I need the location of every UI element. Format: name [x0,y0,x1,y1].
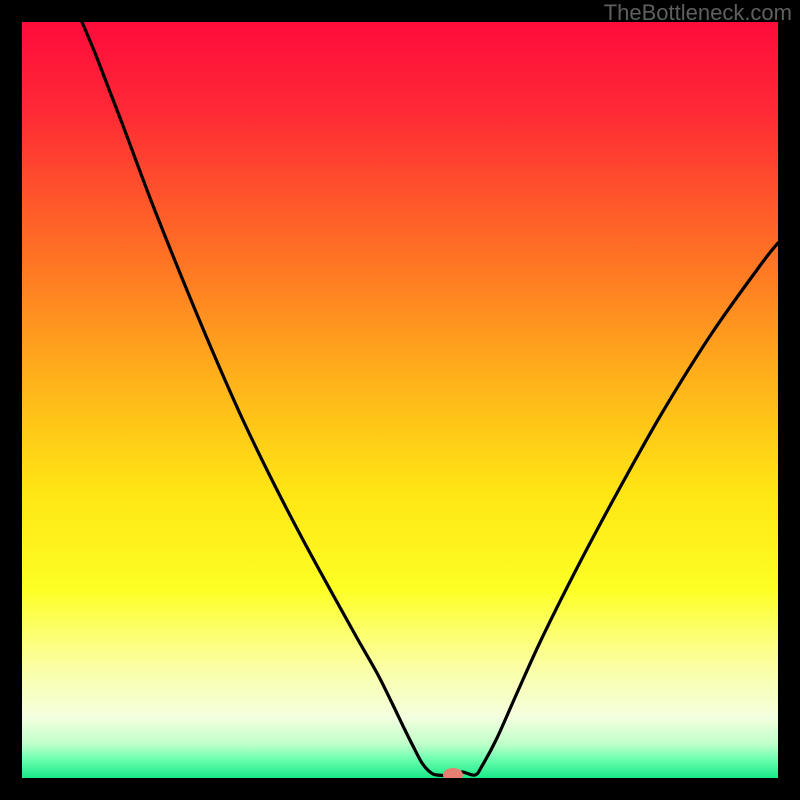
watermark-text: TheBottleneck.com [604,0,792,26]
chart-frame: TheBottleneck.com [0,0,800,800]
plot-area [22,22,778,778]
chart-svg [22,22,778,778]
gradient-background [22,22,778,778]
